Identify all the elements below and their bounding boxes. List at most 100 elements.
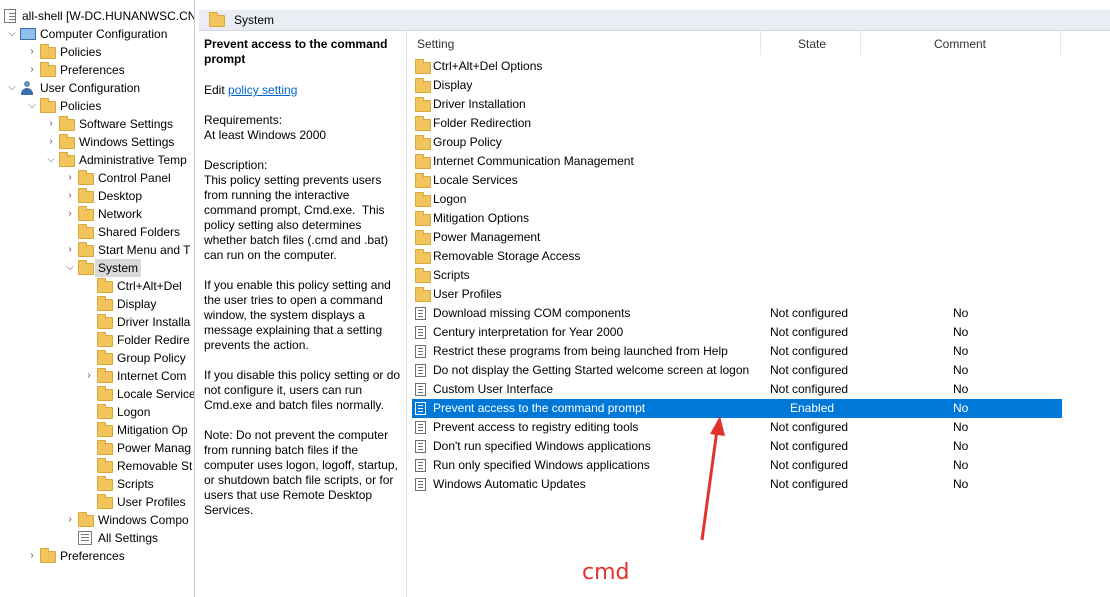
folder-icon: [415, 97, 431, 112]
folder-icon: [78, 242, 94, 257]
policy-setting-icon: [415, 307, 426, 320]
tree-sys-removable[interactable]: Removable St: [97, 457, 192, 475]
folder-row[interactable]: Scripts: [412, 266, 1062, 285]
tree-root[interactable]: all-shell [W-DC.HUNANWSC.CN: [2, 7, 194, 25]
folder-row[interactable]: Group Policy: [412, 133, 1062, 152]
column-divider[interactable]: [1060, 31, 1061, 55]
tree-sys-driver[interactable]: Driver Installa: [97, 313, 190, 331]
tree-sys-ctrl-alt-del[interactable]: Ctrl+Alt+Del: [97, 277, 182, 295]
setting-name: Windows Automatic Updates: [433, 477, 586, 491]
setting-row[interactable]: Do not display the Getting Started welco…: [412, 361, 1062, 380]
column-state[interactable]: State: [798, 36, 826, 54]
folder-row[interactable]: Display: [412, 76, 1062, 95]
setting-row[interactable]: Don't run specified Windows applications…: [412, 437, 1062, 456]
tree-sys-internet-communication[interactable]: › Internet Com: [83, 367, 186, 385]
folder-row[interactable]: User Profiles: [412, 285, 1062, 304]
tree-sys-mitigation[interactable]: Mitigation Op: [97, 421, 188, 439]
setting-row[interactable]: Windows Automatic Updates Not configured N…: [412, 475, 1062, 494]
folder-row[interactable]: Logon: [412, 190, 1062, 209]
folder-row[interactable]: Locale Services: [412, 171, 1062, 190]
tree-sys-folder-redirection[interactable]: Folder Redire: [97, 331, 190, 349]
tree-user-configuration[interactable]: ⌵ User Configuration: [6, 79, 140, 97]
folder-icon: [97, 422, 113, 437]
chevron-right-icon[interactable]: ›: [64, 241, 76, 259]
folder-row[interactable]: Ctrl+Alt+Del Options: [412, 57, 1062, 76]
tree-administrative-templates[interactable]: ⌵ Administrative Temp: [45, 151, 187, 169]
tree-shared-folders[interactable]: Shared Folders: [78, 223, 180, 241]
tree-windows-settings[interactable]: › Windows Settings: [45, 133, 174, 151]
folder-row[interactable]: Mitigation Options: [412, 209, 1062, 228]
tree-control-panel[interactable]: › Control Panel: [64, 169, 171, 187]
tree-all-settings[interactable]: All Settings: [78, 529, 158, 547]
folder-row[interactable]: Driver Installation: [412, 95, 1062, 114]
tree-computer-configuration[interactable]: ⌵ Computer Configuration: [6, 25, 167, 43]
chevron-down-icon[interactable]: ⌵: [45, 151, 57, 169]
folder-name: Removable Storage Access: [433, 249, 581, 263]
chevron-down-icon[interactable]: ⌵: [64, 259, 76, 277]
tree-software-settings[interactable]: › Software Settings: [45, 115, 173, 133]
tree-sys-power[interactable]: Power Manag: [97, 439, 191, 457]
chevron-right-icon[interactable]: ›: [83, 367, 95, 385]
chevron-right-icon[interactable]: ›: [26, 43, 38, 61]
column-divider[interactable]: [760, 31, 761, 55]
tree-network[interactable]: › Network: [64, 205, 142, 223]
chevron-right-icon[interactable]: ›: [45, 115, 57, 133]
chevron-right-icon[interactable]: ›: [26, 547, 38, 565]
tree-sys-logon[interactable]: Logon: [97, 403, 150, 421]
chevron-right-icon[interactable]: ›: [64, 205, 76, 223]
setting-state: Not configured: [770, 344, 849, 358]
folder-name: Scripts: [433, 268, 470, 282]
tree-system[interactable]: ⌵ System: [64, 259, 142, 277]
column-setting[interactable]: Setting: [417, 36, 454, 54]
setting-comment: No: [953, 382, 969, 396]
folder-row[interactable]: Internet Communication Management: [412, 152, 1062, 171]
tree-uc-policies[interactable]: ⌵ Policies: [26, 97, 101, 115]
column-divider[interactable]: [860, 31, 861, 55]
setting-name: Prevent access to the command prompt: [433, 401, 646, 415]
chevron-right-icon[interactable]: ›: [64, 187, 76, 205]
tree-sys-group-policy[interactable]: Group Policy: [97, 349, 186, 367]
folder-row[interactable]: Folder Redirection: [412, 114, 1062, 133]
tree-sys-locale[interactable]: Locale Service: [97, 385, 194, 403]
tree-cc-preferences[interactable]: › Preferences: [26, 61, 125, 79]
setting-row[interactable]: Download missing COM components Not confi…: [412, 304, 1062, 323]
setting-name: Prevent access to registry editing tools: [433, 420, 639, 434]
tree-cc-policies[interactable]: › Policies: [26, 43, 101, 61]
policy-setting-icon: [415, 364, 426, 377]
setting-row[interactable]: Prevent access to the command prompt Enab…: [412, 399, 1062, 418]
setting-row[interactable]: Restrict these programs from being launc…: [412, 342, 1062, 361]
folder-icon: [59, 152, 75, 167]
chevron-down-icon[interactable]: ⌵: [6, 25, 18, 43]
tree-sys-scripts[interactable]: Scripts: [97, 475, 154, 493]
tree-label: Control Panel: [98, 171, 171, 185]
tree-desktop[interactable]: › Desktop: [64, 187, 142, 205]
chevron-right-icon[interactable]: ›: [64, 511, 76, 529]
tree-label: Ctrl+Alt+Del: [117, 279, 182, 293]
folder-row[interactable]: Removable Storage Access: [412, 247, 1062, 266]
column-comment[interactable]: Comment: [934, 36, 986, 54]
chevron-right-icon[interactable]: ›: [64, 169, 76, 187]
chevron-right-icon[interactable]: ›: [45, 133, 57, 151]
folder-name: Internet Communication Management: [433, 154, 634, 168]
edit-policy-link[interactable]: policy setting: [228, 83, 297, 97]
folder-row[interactable]: Power Management: [412, 228, 1062, 247]
chevron-right-icon[interactable]: ›: [26, 61, 38, 79]
tree-start-menu[interactable]: › Start Menu and T: [64, 241, 191, 259]
folder-icon: [415, 268, 431, 283]
folder-icon: [78, 224, 94, 239]
setting-row[interactable]: Run only specified Windows applications N…: [412, 456, 1062, 475]
tree-windows-components[interactable]: › Windows Compo: [64, 511, 189, 529]
tree-uc-preferences[interactable]: › Preferences: [26, 547, 125, 565]
setting-name: Run only specified Windows applications: [433, 458, 650, 472]
enable-text: If you enable this policy setting and th…: [204, 278, 395, 352]
section-title: System: [234, 13, 275, 27]
chevron-down-icon[interactable]: ⌵: [6, 79, 18, 97]
tree-sys-user-profiles[interactable]: User Profiles: [97, 493, 186, 511]
setting-row[interactable]: Century interpretation for Year 2000 Not …: [412, 323, 1062, 342]
tree-sys-display[interactable]: Display: [97, 295, 156, 313]
folder-icon: [97, 404, 113, 419]
chevron-down-icon[interactable]: ⌵: [26, 97, 38, 115]
setting-row[interactable]: Prevent access to registry editing tools…: [412, 418, 1062, 437]
setting-row[interactable]: Custom User Interface Not configured No: [412, 380, 1062, 399]
description-label: Description:: [204, 158, 268, 172]
